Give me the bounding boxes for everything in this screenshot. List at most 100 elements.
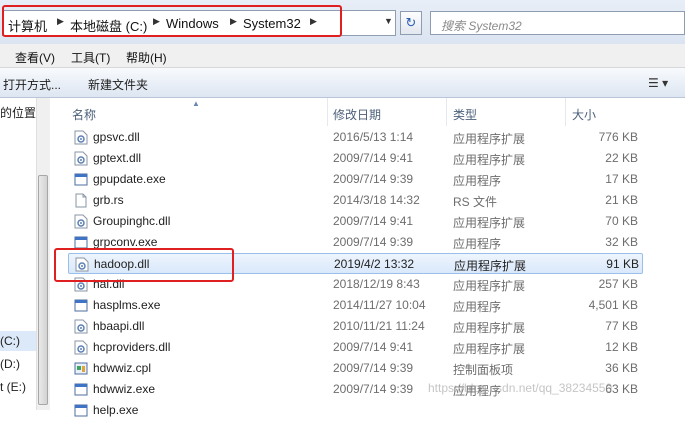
- file-type: 应用程序扩展: [454, 259, 527, 273]
- file-name: hbaapi.dll: [93, 319, 145, 333]
- sort-ascending-icon: ▲: [192, 99, 200, 108]
- file-name: grpconv.exe: [93, 235, 158, 249]
- breadcrumb-system32[interactable]: System32: [243, 16, 301, 31]
- open-with-button[interactable]: 打开方式...: [3, 76, 61, 93]
- search-placeholder: 搜索 System32: [441, 19, 522, 33]
- column-divider[interactable]: [565, 98, 566, 126]
- file-name: grb.rs: [93, 193, 124, 207]
- file-row[interactable]: hal.dll 2018/12/19 8:43 应用程序扩展 257 KB: [68, 274, 643, 295]
- file-row[interactable]: grb.rs 2014/3/18 14:32 RS 文件 21 KB: [68, 190, 643, 211]
- search-input[interactable]: 搜索 System32: [430, 11, 685, 35]
- breadcrumb-separator-icon[interactable]: ▶: [310, 16, 317, 27]
- file-size: 22 KB: [605, 151, 638, 165]
- refresh-icon: ↻: [405, 15, 417, 30]
- column-divider[interactable]: [446, 98, 447, 126]
- breadcrumb-computer[interactable]: 计算机: [8, 16, 47, 35]
- dll-icon: [74, 340, 88, 355]
- file-type: 应用程序扩展: [453, 279, 526, 293]
- column-header-size[interactable]: 大小: [572, 106, 596, 123]
- file-row[interactable]: hasplms.exe 2014/11/27 10:04 应用程序 4,501 KB: [68, 295, 643, 316]
- dll-icon: [74, 214, 88, 229]
- file-date: 2014/3/18 14:32: [333, 193, 420, 207]
- file-name: Groupinghc.dll: [93, 214, 171, 228]
- column-header-name[interactable]: 名称: [72, 106, 96, 123]
- breadcrumb-windows[interactable]: Windows: [166, 16, 219, 31]
- file-type: 应用程序: [453, 174, 502, 188]
- file-row[interactable]: hcproviders.dll 2009/7/14 9:41 应用程序扩展 12 KB: [68, 337, 643, 358]
- breadcrumb-drive-c[interactable]: 本地磁盘 (C:): [70, 16, 147, 35]
- exe-icon: [74, 172, 88, 187]
- file-type: 应用程序扩展: [453, 321, 526, 335]
- file-row[interactable]: hbaapi.dll 2010/11/21 11:24 应用程序扩展 77 KB: [68, 316, 643, 337]
- file-size: 4,501 KB: [588, 298, 638, 312]
- file-icon: [74, 193, 88, 208]
- file-type: 应用程序扩展: [453, 216, 526, 230]
- file-size: 257 KB: [598, 277, 638, 291]
- file-row[interactable]: gpupdate.exe 2009/7/14 9:39 应用程序 17 KB: [68, 169, 643, 190]
- file-name: hdwwiz.exe: [93, 382, 156, 396]
- file-row[interactable]: hdwwiz.cpl 2009/7/14 9:39 控制面板项 36 KB: [68, 358, 643, 379]
- nav-scrollbar-thumb[interactable]: [38, 175, 48, 405]
- breadcrumb-separator-icon[interactable]: ▶: [230, 16, 237, 27]
- file-name: help.exe: [93, 403, 139, 417]
- nav-item-drive-d[interactable]: (D:): [0, 357, 20, 371]
- new-folder-button[interactable]: 新建文件夹: [88, 76, 148, 93]
- file-type: 应用程序扩展: [453, 132, 526, 146]
- file-date: 2014/11/27 10:04: [333, 298, 426, 312]
- file-row[interactable]: hadoop.dll 2019/4/2 13:32 应用程序扩展 91 KB: [68, 253, 643, 274]
- file-date: 2018/12/19 8:43: [333, 277, 420, 291]
- file-name: hdwwiz.cpl: [93, 361, 152, 375]
- file-size: 70 KB: [605, 214, 638, 228]
- breadcrumb-separator-icon[interactable]: ▶: [153, 16, 160, 27]
- dll-icon: [74, 277, 88, 292]
- file-row[interactable]: Groupinghc.dll 2009/7/14 9:41 应用程序扩展 70 KB: [68, 211, 643, 232]
- file-date: 2009/7/14 9:39: [333, 361, 414, 375]
- file-size: 12 KB: [605, 340, 638, 354]
- file-size: 776 KB: [598, 130, 638, 144]
- column-header-type[interactable]: 类型: [453, 106, 477, 123]
- file-type: 应用程序扩展: [453, 342, 526, 356]
- dll-icon: [74, 151, 88, 166]
- address-bar-area: 计算机 ▶ 本地磁盘 (C:) ▶ Windows ▶ System32 ▶ ▼…: [0, 0, 685, 44]
- file-date: 2009/7/14 9:41: [333, 340, 414, 354]
- file-date: 2010/11/21 11:24: [333, 319, 425, 333]
- dll-icon: [75, 257, 89, 272]
- nav-item-drive-c[interactable]: (C:): [0, 334, 20, 348]
- file-name: hal.dll: [93, 277, 125, 291]
- file-row[interactable]: gpsvc.dll 2016/5/13 1:14 应用程序扩展 776 KB: [68, 127, 643, 148]
- file-type: 应用程序: [453, 300, 502, 314]
- file-date: 2009/7/14 9:39: [333, 172, 414, 186]
- file-row[interactable]: grpconv.exe 2009/7/14 9:39 应用程序 32 KB: [68, 232, 643, 253]
- watermark-text: https://blog.csdn.net/qq_38234550: [428, 381, 613, 395]
- chevron-down-icon[interactable]: ▼: [384, 16, 393, 26]
- column-divider[interactable]: [327, 98, 328, 126]
- file-size: 91 KB: [606, 257, 639, 271]
- file-date: 2009/7/14 9:41: [333, 214, 414, 228]
- menu-view[interactable]: 查看(V): [15, 49, 55, 66]
- refresh-button[interactable]: ↻: [400, 11, 422, 35]
- nav-item-drive-e[interactable]: t (E:): [0, 380, 26, 394]
- nav-item-locations[interactable]: 的位置: [0, 104, 36, 121]
- file-row[interactable]: help.exe: [68, 400, 643, 421]
- menu-help[interactable]: 帮助(H): [126, 49, 167, 66]
- breadcrumb-separator-icon[interactable]: ▶: [57, 16, 64, 27]
- column-header-date[interactable]: 修改日期: [333, 106, 381, 123]
- file-date: 2016/5/13 1:14: [333, 130, 414, 144]
- file-type: RS 文件: [453, 195, 498, 209]
- file-name: gpupdate.exe: [93, 172, 166, 186]
- file-row[interactable]: gptext.dll 2009/7/14 9:41 应用程序扩展 22 KB: [68, 148, 643, 169]
- file-size: 32 KB: [605, 235, 638, 249]
- file-name: gptext.dll: [93, 151, 142, 165]
- exe-icon: [74, 235, 88, 250]
- file-name: hadoop.dll: [94, 257, 150, 271]
- column-header-row: 名称 修改日期 类型 大小: [50, 98, 685, 126]
- file-name: gpsvc.dll: [93, 130, 140, 144]
- exe-icon: [74, 403, 88, 418]
- file-date: 2009/7/14 9:41: [333, 151, 414, 165]
- view-options-icon[interactable]: ☰ ▾: [648, 76, 668, 90]
- file-date: 2009/7/14 9:39: [333, 235, 414, 249]
- menu-tools[interactable]: 工具(T): [71, 49, 110, 66]
- file-size: 17 KB: [605, 172, 638, 186]
- file-type: 控制面板项: [453, 363, 514, 377]
- file-date: 2009/7/14 9:39: [333, 382, 414, 396]
